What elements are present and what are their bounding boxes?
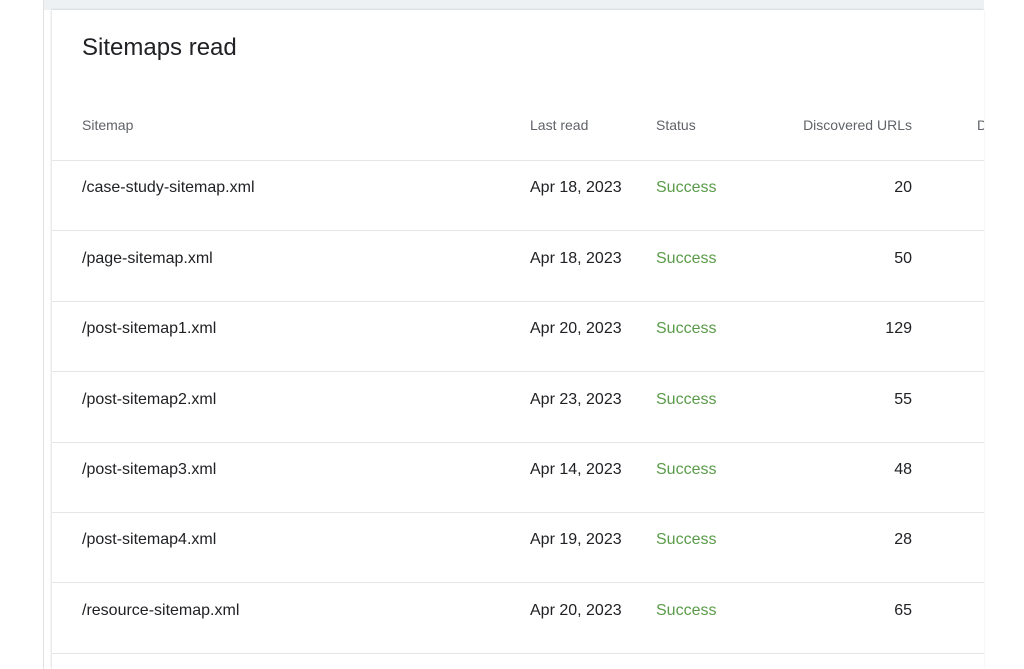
right-background-strip: [984, 0, 1024, 669]
table-header-row: Sitemap Last read Status Discovered URLs…: [52, 110, 984, 161]
discovered-urls-count: 65: [894, 602, 912, 619]
discovered-urls-count: 55: [894, 391, 912, 408]
left-gutter: [0, 0, 44, 669]
sitemap-path: /resource-sitemap.xml: [82, 602, 240, 619]
sitemap-path: /post-sitemap2.xml: [82, 391, 217, 408]
column-header-truncated[interactable]: D: [977, 115, 984, 135]
table-row[interactable]: /case-study-sitemap.xml Apr 18, 2023 Suc…: [52, 160, 984, 231]
left-divider: [43, 0, 44, 669]
discovered-urls-count: 20: [894, 179, 912, 196]
last-read-date: Apr 20, 2023: [530, 320, 622, 337]
table-row[interactable]: /post-sitemap4.xml Apr 19, 2023 Success …: [52, 512, 984, 583]
last-read-date: Apr 19, 2023: [530, 531, 622, 548]
sitemap-path: /case-study-sitemap.xml: [82, 179, 255, 196]
table-row[interactable]: /page-sitemap.xml Apr 18, 2023 Success 5…: [52, 231, 984, 302]
status-text: Success: [656, 602, 717, 619]
last-read-date: Apr 18, 2023: [530, 250, 622, 267]
last-read-date: Apr 20, 2023: [530, 602, 622, 619]
last-read-date: Apr 14, 2023: [530, 461, 622, 478]
column-header-discovered-urls[interactable]: Discovered URLs: [803, 115, 912, 135]
discovered-urls-count: 28: [894, 531, 912, 548]
table-row[interactable]: /post-sitemap1.xml Apr 20, 2023 Success …: [52, 301, 984, 372]
top-background-band: [44, 0, 1024, 10]
sitemap-path: /post-sitemap1.xml: [82, 320, 217, 337]
sitemap-path: /page-sitemap.xml: [82, 250, 213, 267]
last-read-date: Apr 18, 2023: [530, 179, 622, 196]
status-text: Success: [656, 250, 717, 267]
table-row[interactable]: /post-sitemap2.xml Apr 23, 2023 Success …: [52, 372, 984, 443]
sitemap-path: /post-sitemap3.xml: [82, 461, 217, 478]
discovered-urls-count: 48: [894, 461, 912, 478]
status-text: Success: [656, 179, 717, 196]
column-header-sitemap[interactable]: Sitemap: [82, 115, 133, 135]
status-text: Success: [656, 531, 717, 548]
sitemap-path: /post-sitemap4.xml: [82, 531, 217, 548]
discovered-urls-count: 129: [885, 320, 912, 337]
card-title: Sitemaps read: [82, 34, 237, 61]
discovered-urls-count: 50: [894, 250, 912, 267]
column-header-last-read[interactable]: Last read: [530, 115, 588, 135]
last-read-date: Apr 23, 2023: [530, 391, 622, 408]
status-text: Success: [656, 461, 717, 478]
table-row[interactable]: /post-sitemap3.xml Apr 14, 2023 Success …: [52, 442, 984, 513]
table-row[interactable]: /resource-sitemap.xml Apr 20, 2023 Succe…: [52, 583, 984, 654]
sitemaps-read-card: Sitemaps read Sitemap Last read Status D…: [52, 10, 984, 669]
column-header-status[interactable]: Status: [656, 115, 696, 135]
status-text: Success: [656, 391, 717, 408]
status-text: Success: [656, 320, 717, 337]
